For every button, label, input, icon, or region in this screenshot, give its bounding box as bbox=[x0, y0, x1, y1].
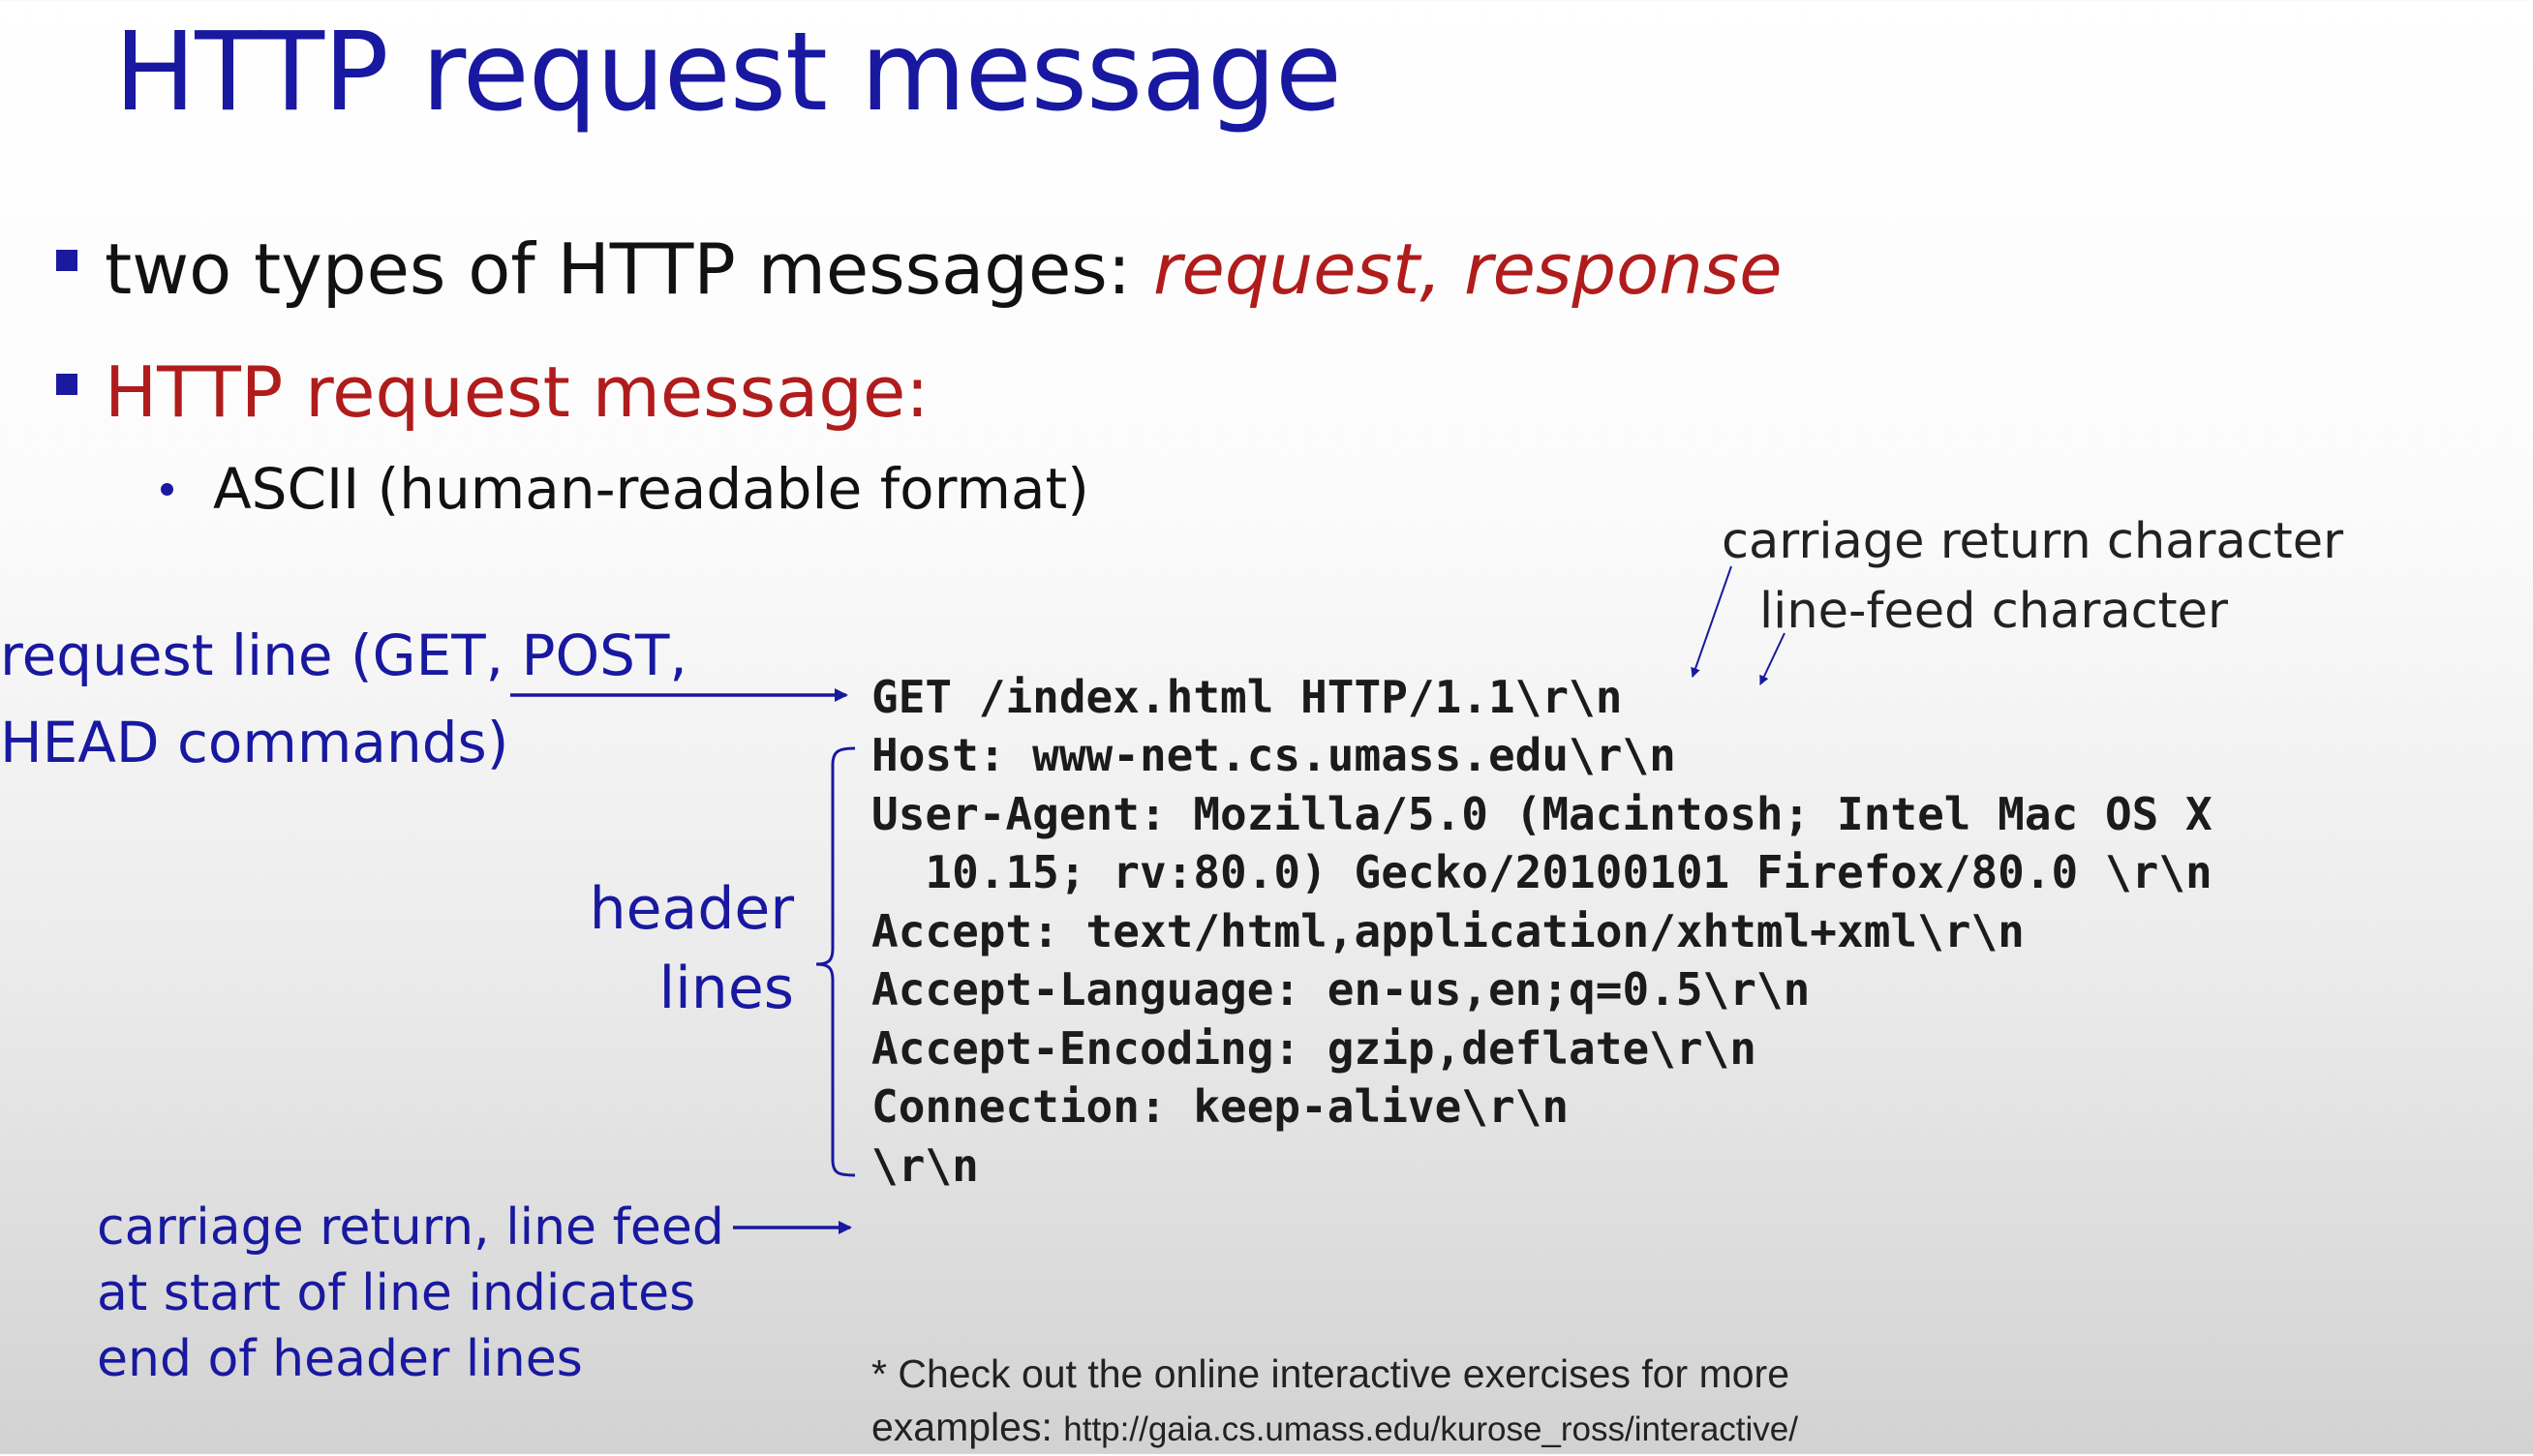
code-line-accept: Accept: text/html,application/xhtml+xml\… bbox=[871, 905, 2025, 957]
bullet-message-types: two types of HTTP messages: request, res… bbox=[105, 223, 1783, 316]
code-line-accept-language: Accept-Language: en-us,en;q=0.5\r\n bbox=[871, 963, 1811, 1016]
footnote: * Check out the online interactive exerc… bbox=[871, 1348, 1798, 1456]
bullet-text: two types of HTTP messages: bbox=[105, 228, 1153, 310]
code-line-connection: Connection: keep-alive\r\n bbox=[871, 1080, 1570, 1133]
code-line-user-agent: User-Agent: Mozilla/5.0 (Macintosh; Inte… bbox=[871, 788, 2213, 840]
header-lines-text-1: header bbox=[589, 875, 794, 943]
code-line-accept-encoding: Accept-Encoding: gzip,deflate\r\n bbox=[871, 1022, 1756, 1075]
square-bullet-icon bbox=[56, 250, 77, 271]
header-lines-annotation: header lines bbox=[513, 869, 794, 1028]
bullet-emphasis: request, response bbox=[1152, 228, 1783, 310]
code-line-blank-crlf: \r\n bbox=[871, 1139, 979, 1192]
crlf-annotation: carriage return, line feed at start of l… bbox=[97, 1195, 724, 1392]
crlf-text-2: at start of line indicates bbox=[97, 1264, 696, 1322]
request-line-text-2: HEAD commands) bbox=[0, 710, 509, 775]
code-line-host: Host: www-net.cs.umass.edu\r\n bbox=[871, 729, 1676, 781]
footnote-line-1: * Check out the online interactive exerc… bbox=[871, 1351, 1790, 1396]
header-lines-text-2: lines bbox=[658, 955, 794, 1022]
footnote-line-2: examples: http://gaia.cs.umass.edu/kuros… bbox=[871, 1401, 1798, 1456]
square-bullet-icon bbox=[56, 374, 77, 395]
crlf-text-1: carriage return, line feed bbox=[97, 1198, 724, 1257]
code-line-request: GET /index.html HTTP/1.1\r\n bbox=[871, 671, 1623, 723]
sub-bullet-ascii: ASCII (human-readable format) bbox=[213, 456, 1089, 522]
round-bullet-icon bbox=[161, 483, 173, 496]
footnote-url[interactable]: http://gaia.cs.umass.edu/kurose_ross/int… bbox=[1063, 1410, 1798, 1448]
footnote-prefix: examples: bbox=[871, 1405, 1064, 1449]
arrow-icon bbox=[1691, 565, 1732, 678]
bullet-request-message: HTTP request message: bbox=[105, 351, 930, 433]
crlf-text-3: end of header lines bbox=[97, 1330, 583, 1388]
carriage-return-annotation: carriage return character bbox=[1722, 513, 2344, 570]
brace-icon bbox=[815, 746, 856, 1177]
request-line-text-1: request line (GET, POST, bbox=[0, 622, 687, 688]
code-line-user-agent-cont: 10.15; rv:80.0) Gecko/20100101 Firefox/8… bbox=[871, 846, 2213, 898]
line-feed-annotation: line-feed character bbox=[1759, 583, 2228, 640]
request-line-annotation: request line (GET, POST, HEAD commands) bbox=[0, 612, 687, 786]
slide-title: HTTP request message bbox=[114, 10, 1342, 136]
slide: HTTP request message two types of HTTP m… bbox=[0, 0, 2533, 1454]
